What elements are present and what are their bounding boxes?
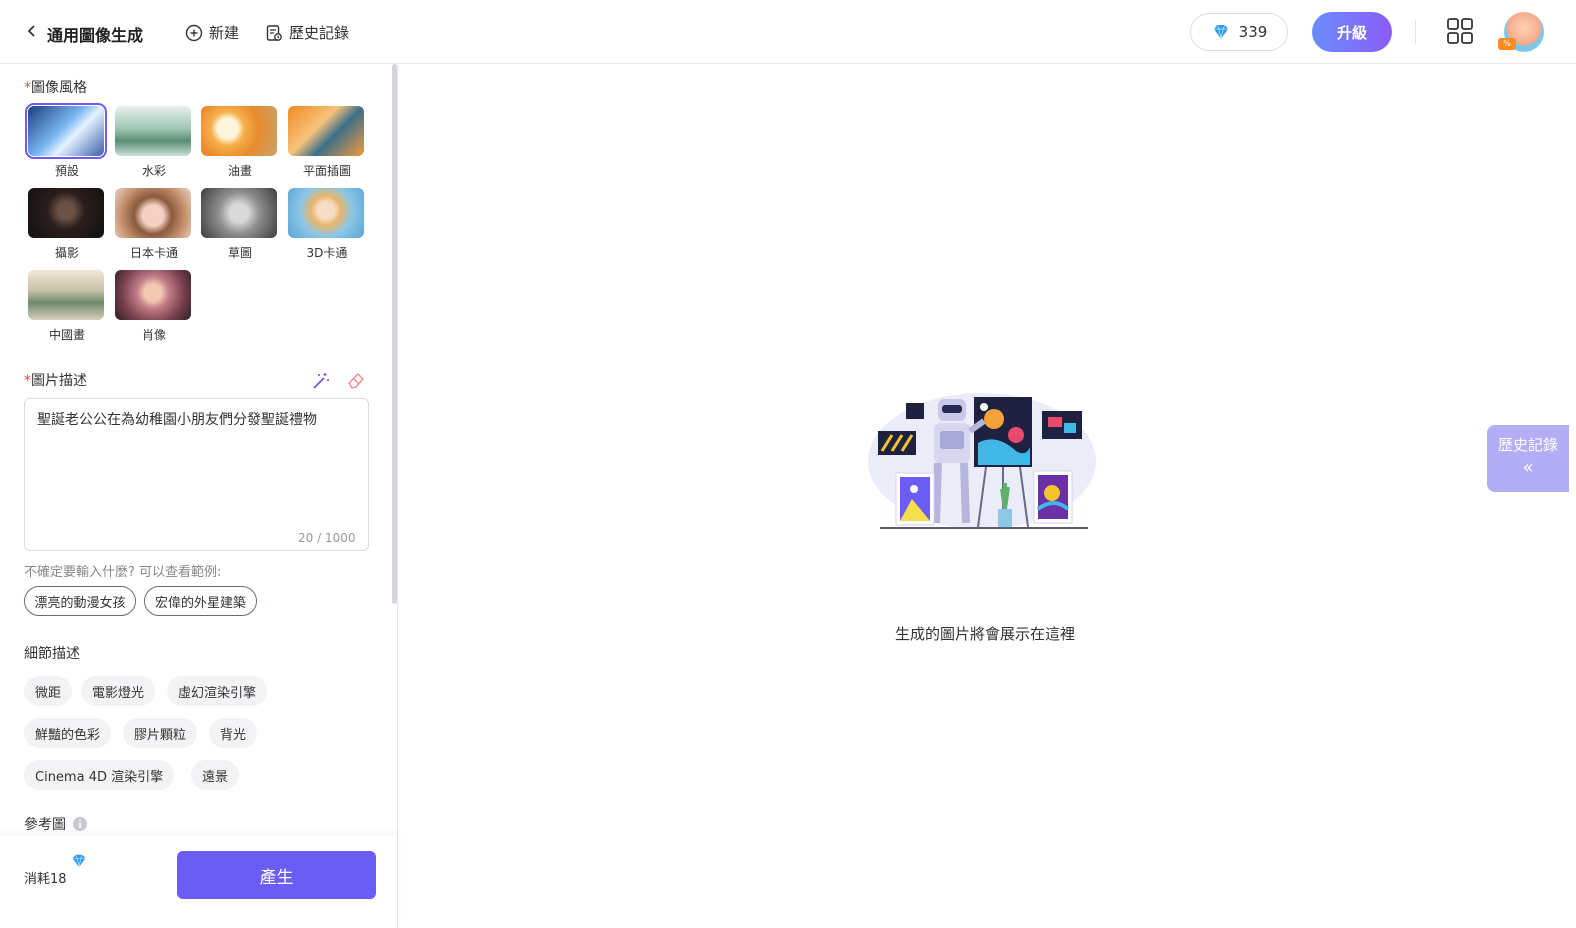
style-thumbnail [115, 188, 191, 238]
style-option-oil-painting[interactable]: 油畫 [201, 106, 279, 179]
style-label: 3D卡通 [306, 246, 348, 260]
header-divider [1415, 20, 1416, 44]
style-label: 預設 [54, 164, 79, 178]
eraser-icon[interactable] [346, 371, 366, 391]
style-label: 日本卡通 [129, 246, 178, 260]
style-option-chinese-painting[interactable]: 中國畫 [28, 270, 106, 343]
style-thumbnail [288, 106, 364, 156]
style-thumbnail [115, 106, 191, 156]
style-label: 油畫 [227, 164, 252, 178]
style-thumbnail [28, 270, 104, 320]
credits-badge[interactable]: 339 [1190, 13, 1288, 51]
reference-section-label: 參考圖 [24, 814, 88, 834]
style-option-sketch[interactable]: 草圖 [201, 188, 279, 261]
info-icon[interactable] [72, 816, 88, 832]
example-chip[interactable]: 漂亮的動漫女孩 [24, 586, 136, 616]
page-title: 通用圖像生成 [47, 26, 144, 45]
detail-tag[interactable]: 電影燈光 [81, 676, 156, 706]
example-chip[interactable]: 宏偉的外星建築 [144, 586, 257, 616]
style-option-3d-cartoon[interactable]: 3D卡通 [288, 188, 366, 261]
style-label: 攝影 [54, 246, 79, 260]
style-label: 草圖 [227, 246, 252, 260]
style-thumbnail [25, 103, 107, 159]
example-hint: 不確定要輸入什麼? 可以查看範例: [24, 565, 222, 580]
style-thumbnail [115, 270, 191, 320]
style-thumbnail [28, 188, 104, 238]
cost-label: 消耗18 [24, 872, 67, 887]
detail-tag[interactable]: 鮮豔的色彩 [24, 718, 112, 748]
style-label: 中國畫 [48, 328, 85, 342]
scrollbar[interactable] [392, 64, 397, 604]
history-tab-label: 歷史記錄 [1497, 436, 1558, 454]
detail-section-label: 細節描述 [24, 646, 80, 662]
style-label: 水彩 [141, 164, 166, 178]
char-counter: 20 / 1000 [298, 531, 356, 545]
history-button-label: 歷史記錄 [289, 24, 350, 42]
magic-wand-icon[interactable] [311, 371, 331, 391]
style-option-flat-illustration[interactable]: 平面插圖 [288, 106, 366, 179]
style-option-default[interactable]: 預設 [25, 103, 107, 179]
avatar[interactable]: % [1498, 12, 1544, 52]
detail-tag[interactable]: 微距 [24, 676, 73, 706]
style-section-label: *圖像風格 [24, 80, 87, 96]
empty-state-text: 生成的圖片將會展示在這裡 [894, 625, 1075, 643]
history-button[interactable]: 歷史記錄 [265, 22, 349, 43]
new-button[interactable]: 新建 [185, 22, 239, 43]
upgrade-button[interactable]: 升級 [1312, 12, 1392, 52]
top-header: 通用圖像生成 新建 歷史記錄 339 升級 % [0, 0, 1576, 64]
style-label: 肖像 [141, 328, 166, 342]
chevron-double-left-icon: « [1522, 457, 1534, 478]
discount-badge: % [1498, 38, 1516, 50]
style-thumbnail [201, 106, 277, 156]
detail-tag[interactable]: Cinema 4D 渲染引擎 [24, 760, 175, 790]
history-side-tab[interactable]: 歷史記錄 « [1487, 425, 1569, 492]
robot-painter-illustration [868, 393, 1096, 529]
detail-tag[interactable]: 膠片顆粒 [123, 718, 198, 748]
chevron-left-icon[interactable] [24, 20, 42, 44]
diamond-icon [72, 854, 86, 868]
description-input[interactable]: 聖誕老公公在為幼稚園小朋友們分發聖誕禮物 [24, 398, 369, 551]
diamond-icon [1213, 24, 1228, 40]
style-label: 平面插圖 [302, 164, 351, 178]
plus-circle-icon [185, 24, 203, 41]
style-option-portrait[interactable]: 肖像 [115, 270, 193, 343]
style-option-watercolor[interactable]: 水彩 [115, 106, 193, 179]
detail-tag[interactable]: 虛幻渲染引擎 [167, 676, 268, 706]
apps-grid-icon[interactable] [1446, 17, 1474, 45]
detail-tag[interactable]: 遠景 [191, 760, 240, 790]
credits-count: 339 [1238, 23, 1268, 41]
new-button-label: 新建 [209, 24, 240, 42]
style-option-anime[interactable]: 日本卡通 [115, 188, 193, 261]
generate-button[interactable]: 產生 [177, 851, 376, 899]
style-option-photography[interactable]: 攝影 [28, 188, 106, 261]
style-thumbnail [201, 188, 277, 238]
style-thumbnail [288, 188, 364, 238]
description-section-label: *圖片描述 [24, 373, 87, 389]
detail-tag[interactable]: 背光 [209, 718, 258, 748]
history-icon [266, 24, 282, 41]
